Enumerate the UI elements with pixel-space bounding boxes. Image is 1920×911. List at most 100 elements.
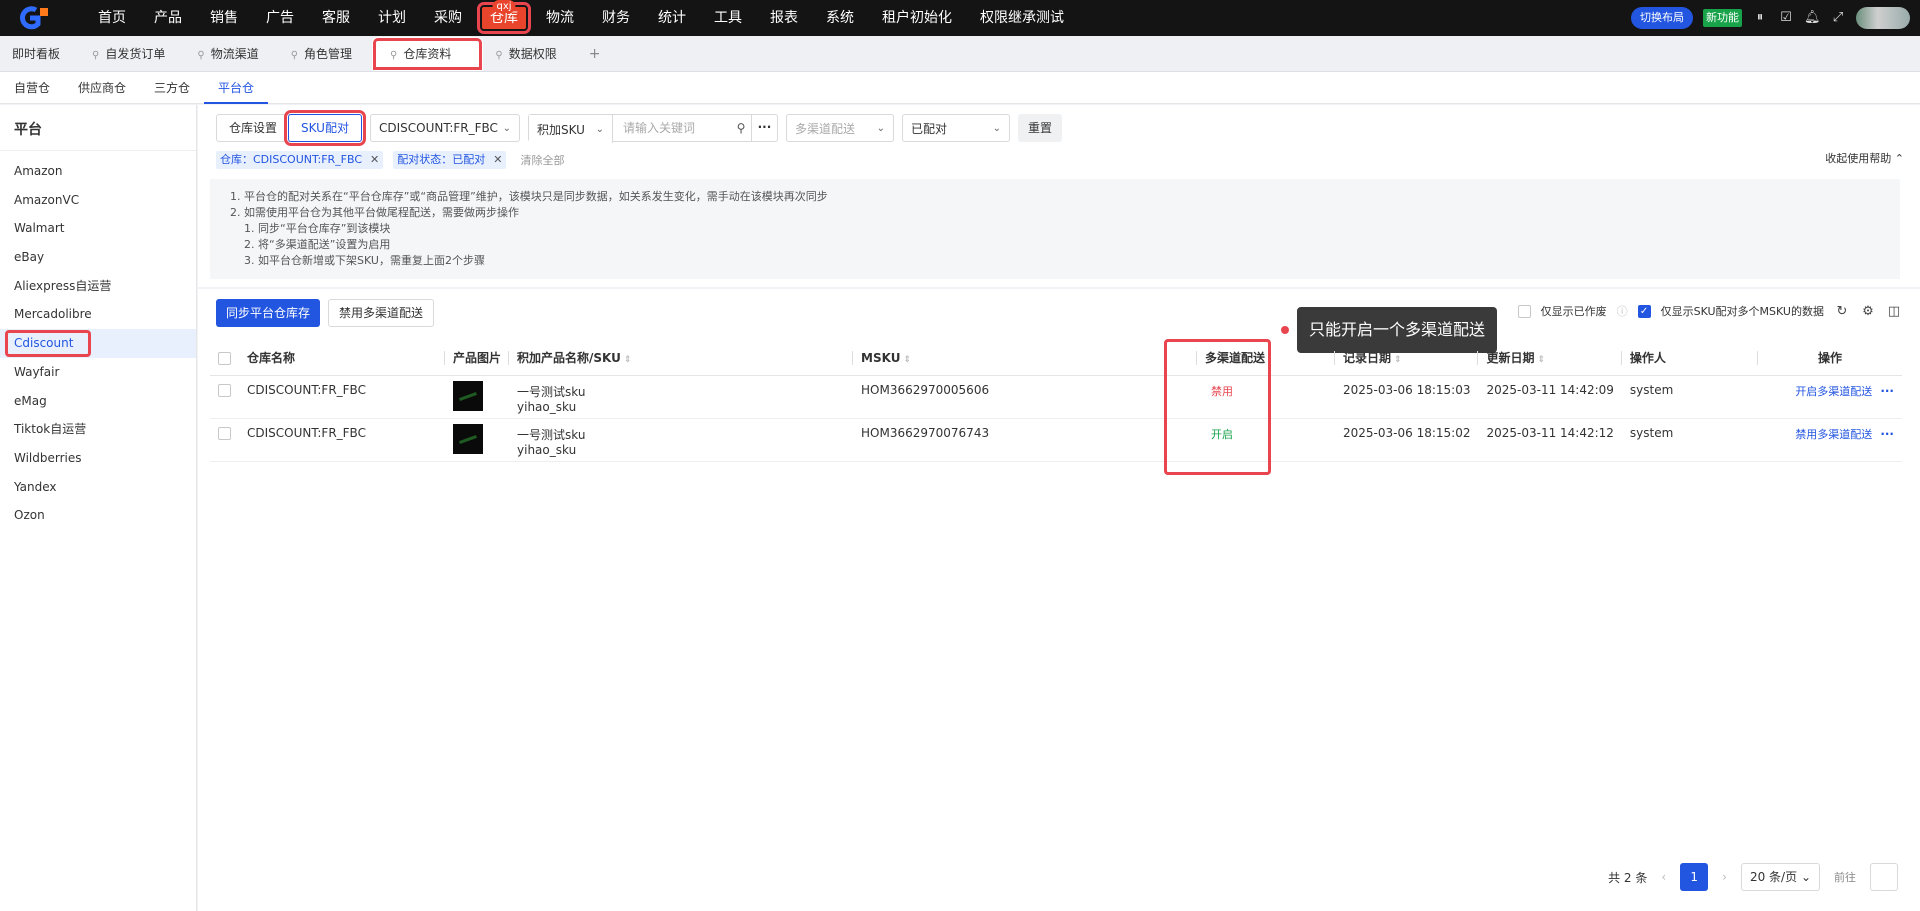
show-multi-msku-checkbox[interactable]: ✓ bbox=[1637, 304, 1651, 318]
col-warehouse-label: 仓库名称 bbox=[247, 351, 296, 366]
cell-action: 禁用多渠道配送 ··· bbox=[1757, 418, 1902, 462]
sidebar-item-amazon[interactable]: Amazon bbox=[0, 157, 196, 186]
sidebar-item-mercadolibre[interactable]: Mercadolibre bbox=[0, 300, 196, 329]
nav-reports[interactable]: 报表 bbox=[756, 0, 812, 36]
nav-tools[interactable]: 工具 bbox=[700, 0, 756, 36]
pair-status-select[interactable]: 已配对 ⌄ bbox=[901, 114, 1010, 142]
tab-third-party-warehouse[interactable]: 三方仓 bbox=[140, 72, 204, 104]
reset-button[interactable]: 重置 bbox=[1017, 114, 1062, 142]
nav-stats[interactable]: 统计 bbox=[644, 0, 700, 36]
nav-service[interactable]: 客服 bbox=[308, 0, 364, 36]
switch-layout-button[interactable]: 切换布局 bbox=[1631, 7, 1693, 29]
sidebar-item-ebay[interactable]: eBay bbox=[0, 243, 196, 272]
col-record-date[interactable]: 记录日期 ⇕ bbox=[1335, 341, 1479, 376]
pair-status-value: 已配对 bbox=[910, 121, 947, 136]
more-actions-icon[interactable]: ··· bbox=[1880, 427, 1894, 441]
enable-multi-channel-link[interactable]: 开启多渠道配送 bbox=[1795, 385, 1872, 398]
sidebar-item-walmart[interactable]: Walmart bbox=[0, 214, 196, 243]
col-msku[interactable]: MSKU ⇕ bbox=[853, 341, 1198, 376]
search-combo: 积加SKU ⌄ ⚲ ··· bbox=[527, 114, 778, 143]
nav-permission-test[interactable]: 权限继承测试 bbox=[966, 0, 1078, 36]
tab-warehouse-info[interactable]: ⚲ 仓库资料 bbox=[372, 37, 484, 71]
help-circle-icon: ⓘ bbox=[1616, 305, 1628, 318]
tab-role-management[interactable]: ⚲ 角色管理 bbox=[279, 37, 372, 71]
sidebar-item-emag[interactable]: eMag bbox=[0, 387, 196, 416]
new-feature-button[interactable]: 新功能 bbox=[1703, 9, 1742, 27]
nav-finance[interactable]: 财务 bbox=[588, 0, 644, 36]
active-filter-tags: 仓库：CDISCOUNT:FR_FBC ✕ 配对状态：已配对 ✕ 清除全部 bbox=[216, 151, 564, 169]
disable-multi-channel-link[interactable]: 禁用多渠道配送 bbox=[1795, 428, 1872, 441]
sidebar-item-wildberries[interactable]: Wildberries bbox=[0, 444, 196, 473]
help-toggle[interactable]: 收起使用帮助 ⌃ bbox=[1825, 150, 1904, 166]
sidebar-item-cdiscount[interactable]: Cdiscount bbox=[4, 329, 92, 358]
sort-icon: ⇕ bbox=[623, 355, 632, 366]
nav-sales[interactable]: 销售 bbox=[196, 0, 252, 36]
nav-plan[interactable]: 计划 bbox=[364, 0, 420, 36]
logo[interactable] bbox=[16, 4, 60, 32]
sidebar-item-ozon[interactable]: Ozon bbox=[0, 501, 196, 530]
page-size-select[interactable]: 20 条/页 ⌄ bbox=[1740, 863, 1820, 891]
nav-tenant-init[interactable]: 租户初始化 bbox=[868, 0, 966, 36]
product-thumbnail[interactable] bbox=[453, 380, 483, 411]
tab-platform-warehouse[interactable]: 平台仓 bbox=[204, 72, 269, 104]
tab-data-permission[interactable]: ⚲ 数据权限 bbox=[483, 37, 576, 71]
col-update-date[interactable]: 更新日期 ⇕ bbox=[1478, 341, 1622, 376]
tab-logistics-channel[interactable]: ⚲ 物流渠道 bbox=[185, 37, 278, 71]
prev-page-icon[interactable]: ‹ bbox=[1661, 870, 1666, 884]
close-icon[interactable]: ✕ bbox=[370, 153, 379, 166]
nav-product[interactable]: 产品 bbox=[140, 0, 196, 36]
settings-icon[interactable]: ⚙ bbox=[1860, 304, 1876, 319]
tab-self-warehouse[interactable]: 自营仓 bbox=[0, 72, 64, 104]
filter-tag-warehouse: 仓库：CDISCOUNT:FR_FBC ✕ bbox=[216, 151, 384, 169]
sidebar-item-tiktok[interactable]: Tiktok自运营 bbox=[0, 415, 196, 444]
col-product[interactable]: 积加产品名称/SKU ⇕ bbox=[509, 341, 854, 376]
more-actions-icon[interactable]: ··· bbox=[1880, 384, 1894, 398]
task-check-icon[interactable]: ☑ bbox=[1778, 10, 1794, 26]
sku-pairing-button[interactable]: SKU配对 bbox=[284, 110, 366, 146]
nav-warehouse[interactable]: qxj 仓库 bbox=[477, 0, 531, 34]
warehouse-settings-button[interactable]: 仓库设置 bbox=[217, 115, 289, 141]
platform-sidebar: 平台 Amazon AmazonVC Walmart eBay Aliexpre… bbox=[0, 105, 197, 911]
add-tab-button[interactable]: + bbox=[577, 37, 621, 71]
search-icon[interactable]: ⚲ bbox=[731, 115, 751, 141]
bell-icon[interactable]: 🔔︎ bbox=[1804, 10, 1821, 26]
nav-logistics[interactable]: 物流 bbox=[532, 0, 588, 36]
multi-channel-select[interactable]: 多渠道配送 ⌄ bbox=[785, 114, 894, 142]
product-thumbnail[interactable] bbox=[453, 423, 483, 454]
sidebar-item-wayfair[interactable]: Wayfair bbox=[0, 358, 196, 387]
sync-platform-stock-button[interactable]: 同步平台仓库存 bbox=[216, 299, 321, 327]
tab-self-ship-orders[interactable]: ⚲ 自发货订单 bbox=[80, 37, 185, 71]
nav-purchase[interactable]: 采购 bbox=[420, 0, 476, 36]
warehouse-select[interactable]: CDISCOUNT:FR_FBC ⌄ bbox=[369, 114, 520, 142]
warehouse-type-tabs: 自营仓 供应商仓 三方仓 平台仓 bbox=[0, 72, 1920, 104]
tab-dashboard[interactable]: 即时看板 bbox=[0, 37, 80, 71]
row-checkbox[interactable] bbox=[218, 426, 231, 440]
goto-page-input[interactable] bbox=[1870, 863, 1898, 891]
avatar[interactable] bbox=[1856, 7, 1910, 29]
nav-system[interactable]: 系统 bbox=[812, 0, 868, 36]
table-options: 仅显示已作废 ⓘ ✓ 仅显示SKU配对多个MSKU的数据 ↻ ⚙ ◫ bbox=[1517, 303, 1902, 319]
disable-multi-channel-button[interactable]: 禁用多渠道配送 bbox=[328, 299, 435, 327]
search-type-select[interactable]: 积加SKU ⌄ bbox=[528, 115, 613, 143]
show-abandoned-checkbox[interactable] bbox=[1517, 304, 1531, 318]
sidebar-item-yandex[interactable]: Yandex bbox=[0, 473, 196, 502]
search-input[interactable] bbox=[612, 115, 731, 141]
columns-icon[interactable]: ◫ bbox=[1886, 304, 1902, 319]
sidebar-item-aliexpress[interactable]: Aliexpress自运营 bbox=[0, 272, 196, 301]
refresh-icon[interactable]: ↻ bbox=[1834, 304, 1850, 319]
more-options-icon[interactable]: ··· bbox=[750, 115, 777, 141]
pause-icon[interactable]: ⏸ bbox=[1752, 10, 1768, 26]
col-product-label: 积加产品名称/SKU bbox=[517, 351, 621, 366]
fullscreen-icon[interactable]: ⤢ bbox=[1830, 10, 1846, 26]
nav-home[interactable]: 首页 bbox=[84, 0, 140, 36]
page-number[interactable]: 1 bbox=[1680, 863, 1709, 891]
col-operator: 操作人 bbox=[1621, 341, 1758, 376]
tab-supplier-warehouse[interactable]: 供应商仓 bbox=[64, 72, 140, 104]
close-icon[interactable]: ✕ bbox=[493, 153, 502, 166]
sidebar-item-amazonvc[interactable]: AmazonVC bbox=[0, 186, 196, 215]
row-checkbox[interactable] bbox=[218, 383, 231, 397]
clear-all-link[interactable]: 清除全部 bbox=[520, 152, 564, 168]
select-all-checkbox[interactable] bbox=[218, 351, 231, 365]
next-page-icon[interactable]: › bbox=[1722, 870, 1727, 884]
nav-ads[interactable]: 广告 bbox=[252, 0, 308, 36]
